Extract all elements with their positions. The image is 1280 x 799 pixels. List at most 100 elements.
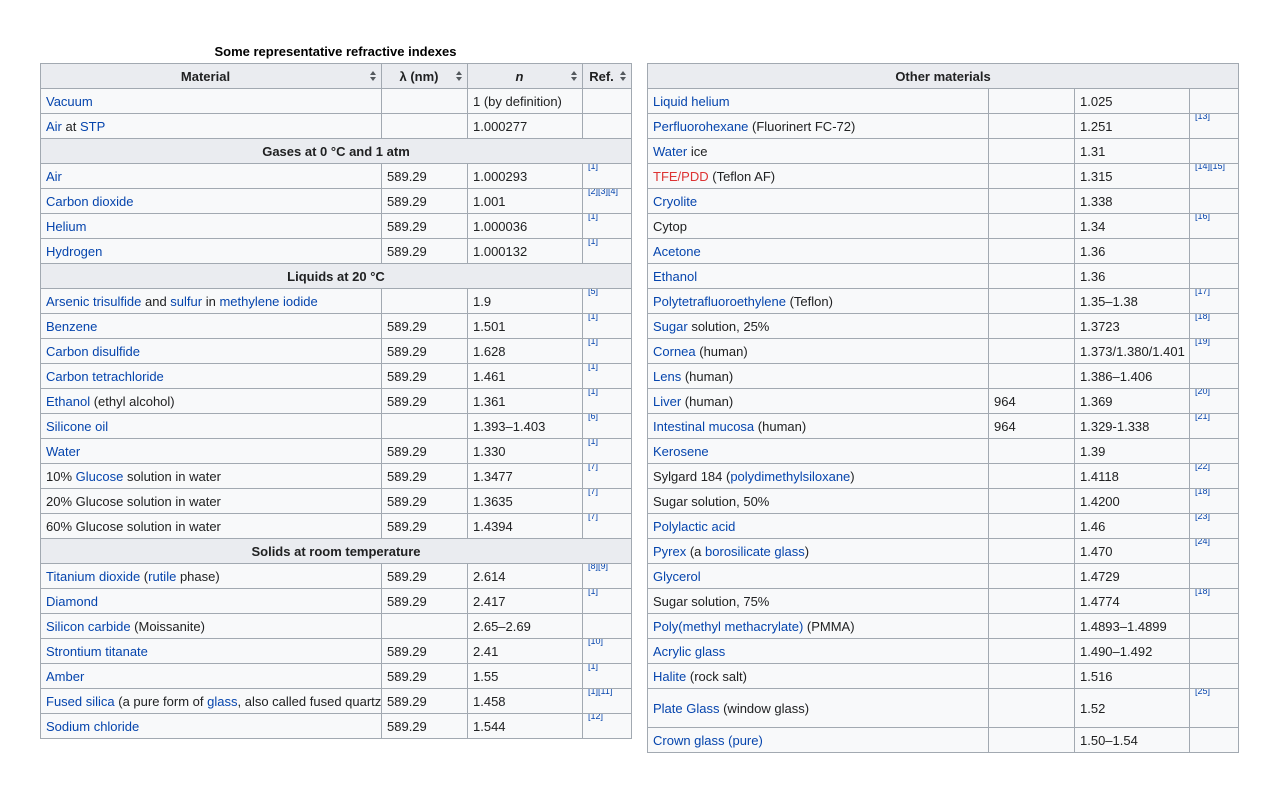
- citation-link[interactable]: [5]: [588, 290, 598, 297]
- sort-icon[interactable]: [571, 71, 577, 82]
- citation-link[interactable]: [14][15]: [1195, 165, 1225, 172]
- column-header-wavelength[interactable]: λ (nm): [381, 63, 468, 89]
- material-link[interactable]: borosilicate glass: [705, 544, 805, 559]
- citation-link[interactable]: [18]: [1195, 590, 1210, 597]
- material-link[interactable]: Amber: [46, 669, 84, 684]
- material-link[interactable]: Arsenic trisulfide: [46, 294, 141, 309]
- citation-link[interactable]: [12]: [588, 715, 603, 722]
- material-link[interactable]: Silicone oil: [46, 419, 108, 434]
- citation-link[interactable]: [25]: [1195, 690, 1210, 697]
- material-link[interactable]: methylene iodide: [219, 294, 317, 309]
- citation-link[interactable]: [7]: [588, 515, 598, 522]
- material-link[interactable]: glass: [207, 694, 237, 709]
- material-link[interactable]: Carbon tetrachloride: [46, 369, 164, 384]
- material-link[interactable]: Carbon dioxide: [46, 194, 133, 209]
- material-link[interactable]: Sodium chloride: [46, 719, 139, 734]
- material-link[interactable]: Polytetrafluoroethylene: [653, 294, 786, 309]
- material-link[interactable]: Water: [653, 144, 687, 159]
- citation-link[interactable]: [23]: [1195, 515, 1210, 522]
- material-link[interactable]: Diamond: [46, 594, 98, 609]
- material-link[interactable]: Ethanol: [653, 269, 697, 284]
- sort-icon[interactable]: [620, 71, 626, 82]
- material-link[interactable]: Strontium titanate: [46, 644, 148, 659]
- citation-link[interactable]: [17]: [1195, 290, 1210, 297]
- column-header-material[interactable]: Material: [40, 63, 382, 89]
- material-link[interactable]: Glucose: [76, 469, 124, 484]
- citation-link[interactable]: [13]: [1195, 115, 1210, 122]
- material-link[interactable]: polydimethylsiloxane: [730, 469, 850, 484]
- citation-link[interactable]: [7]: [588, 490, 598, 497]
- material-link[interactable]: Air: [46, 119, 62, 134]
- material-link[interactable]: Lens: [653, 369, 681, 384]
- material-link[interactable]: Helium: [46, 219, 86, 234]
- table-row: Liquid helium 1.025: [647, 88, 1239, 114]
- citation-link[interactable]: [1][11]: [588, 690, 612, 697]
- material-link[interactable]: Hydrogen: [46, 244, 102, 259]
- material-link[interactable]: Silicon carbide: [46, 619, 131, 634]
- material-text: (rock salt): [686, 668, 747, 684]
- citation-link[interactable]: [18]: [1195, 490, 1210, 497]
- column-header-ref[interactable]: Ref.: [582, 63, 632, 89]
- citation-link[interactable]: [1]: [588, 340, 598, 347]
- citation-link[interactable]: [1]: [588, 590, 598, 597]
- material-link[interactable]: Ethanol: [46, 394, 90, 409]
- material-link[interactable]: Cryolite: [653, 194, 697, 209]
- material-link[interactable]: Kerosene: [653, 444, 709, 459]
- citation-link[interactable]: [1]: [588, 315, 598, 322]
- material-link[interactable]: Air: [46, 169, 62, 184]
- citation-link[interactable]: [1]: [588, 165, 598, 172]
- material-link[interactable]: Titanium dioxide: [46, 569, 140, 584]
- citation-link[interactable]: [21]: [1195, 415, 1210, 422]
- citation-link[interactable]: [2][3][4]: [588, 190, 618, 197]
- citation-link[interactable]: [18]: [1195, 315, 1210, 322]
- ref-cell: [1189, 188, 1239, 214]
- citation-link[interactable]: [1]: [588, 240, 598, 247]
- material-link[interactable]: Intestinal mucosa: [653, 419, 754, 434]
- material-link[interactable]: Acetone: [653, 244, 701, 259]
- citation-link[interactable]: [6]: [588, 415, 598, 422]
- material-link[interactable]: Water: [46, 444, 80, 459]
- material-link[interactable]: Perfluorohexane: [653, 119, 748, 134]
- material-link[interactable]: Carbon disulfide: [46, 344, 140, 359]
- material-link[interactable]: Sugar: [653, 319, 688, 334]
- material-link[interactable]: TFE/PDD: [653, 169, 709, 184]
- material-link[interactable]: Vacuum: [46, 94, 93, 109]
- material-text: (human): [695, 343, 748, 359]
- material-link[interactable]: Crown glass (pure): [653, 733, 763, 748]
- column-header-n[interactable]: n: [467, 63, 583, 89]
- citation-link[interactable]: [1]: [588, 440, 598, 447]
- citation-link[interactable]: [19]: [1195, 340, 1210, 347]
- material-link[interactable]: Acrylic glass: [653, 644, 725, 659]
- citation-link[interactable]: [1]: [588, 215, 598, 222]
- citation-link[interactable]: [10]: [588, 640, 603, 647]
- sort-icon[interactable]: [456, 71, 462, 82]
- material-link[interactable]: Liver: [653, 394, 681, 409]
- material-link[interactable]: Halite: [653, 669, 686, 684]
- citation-link[interactable]: [22]: [1195, 465, 1210, 472]
- material-link[interactable]: rutile: [148, 569, 176, 584]
- material-link[interactable]: Pyrex: [653, 544, 686, 559]
- material-link[interactable]: Glycerol: [653, 569, 701, 584]
- material-cell: Benzene: [40, 313, 382, 339]
- material-cell: Intestinal mucosa (human): [647, 413, 989, 439]
- citation-link[interactable]: [16]: [1195, 215, 1210, 222]
- citation-link[interactable]: [20]: [1195, 390, 1210, 397]
- material-link[interactable]: sulfur: [170, 294, 202, 309]
- ref-cell: [8][9]: [582, 563, 632, 589]
- material-link[interactable]: STP: [80, 119, 105, 134]
- citation-link[interactable]: [1]: [588, 365, 598, 372]
- material-text: , also called fused quartz): [237, 693, 382, 709]
- material-link[interactable]: Cornea: [653, 344, 696, 359]
- sort-icon[interactable]: [370, 71, 376, 82]
- citation-link[interactable]: [1]: [588, 390, 598, 397]
- material-link[interactable]: Poly(methyl methacrylate): [653, 619, 803, 634]
- material-link[interactable]: Liquid helium: [653, 94, 730, 109]
- material-link[interactable]: Plate Glass: [653, 701, 719, 716]
- material-link[interactable]: Fused silica: [46, 694, 115, 709]
- material-link[interactable]: Benzene: [46, 319, 97, 334]
- citation-link[interactable]: [1]: [588, 665, 598, 672]
- material-link[interactable]: Polylactic acid: [653, 519, 735, 534]
- citation-link[interactable]: [8][9]: [588, 565, 608, 572]
- citation-link[interactable]: [7]: [588, 465, 598, 472]
- citation-link[interactable]: [24]: [1195, 540, 1210, 547]
